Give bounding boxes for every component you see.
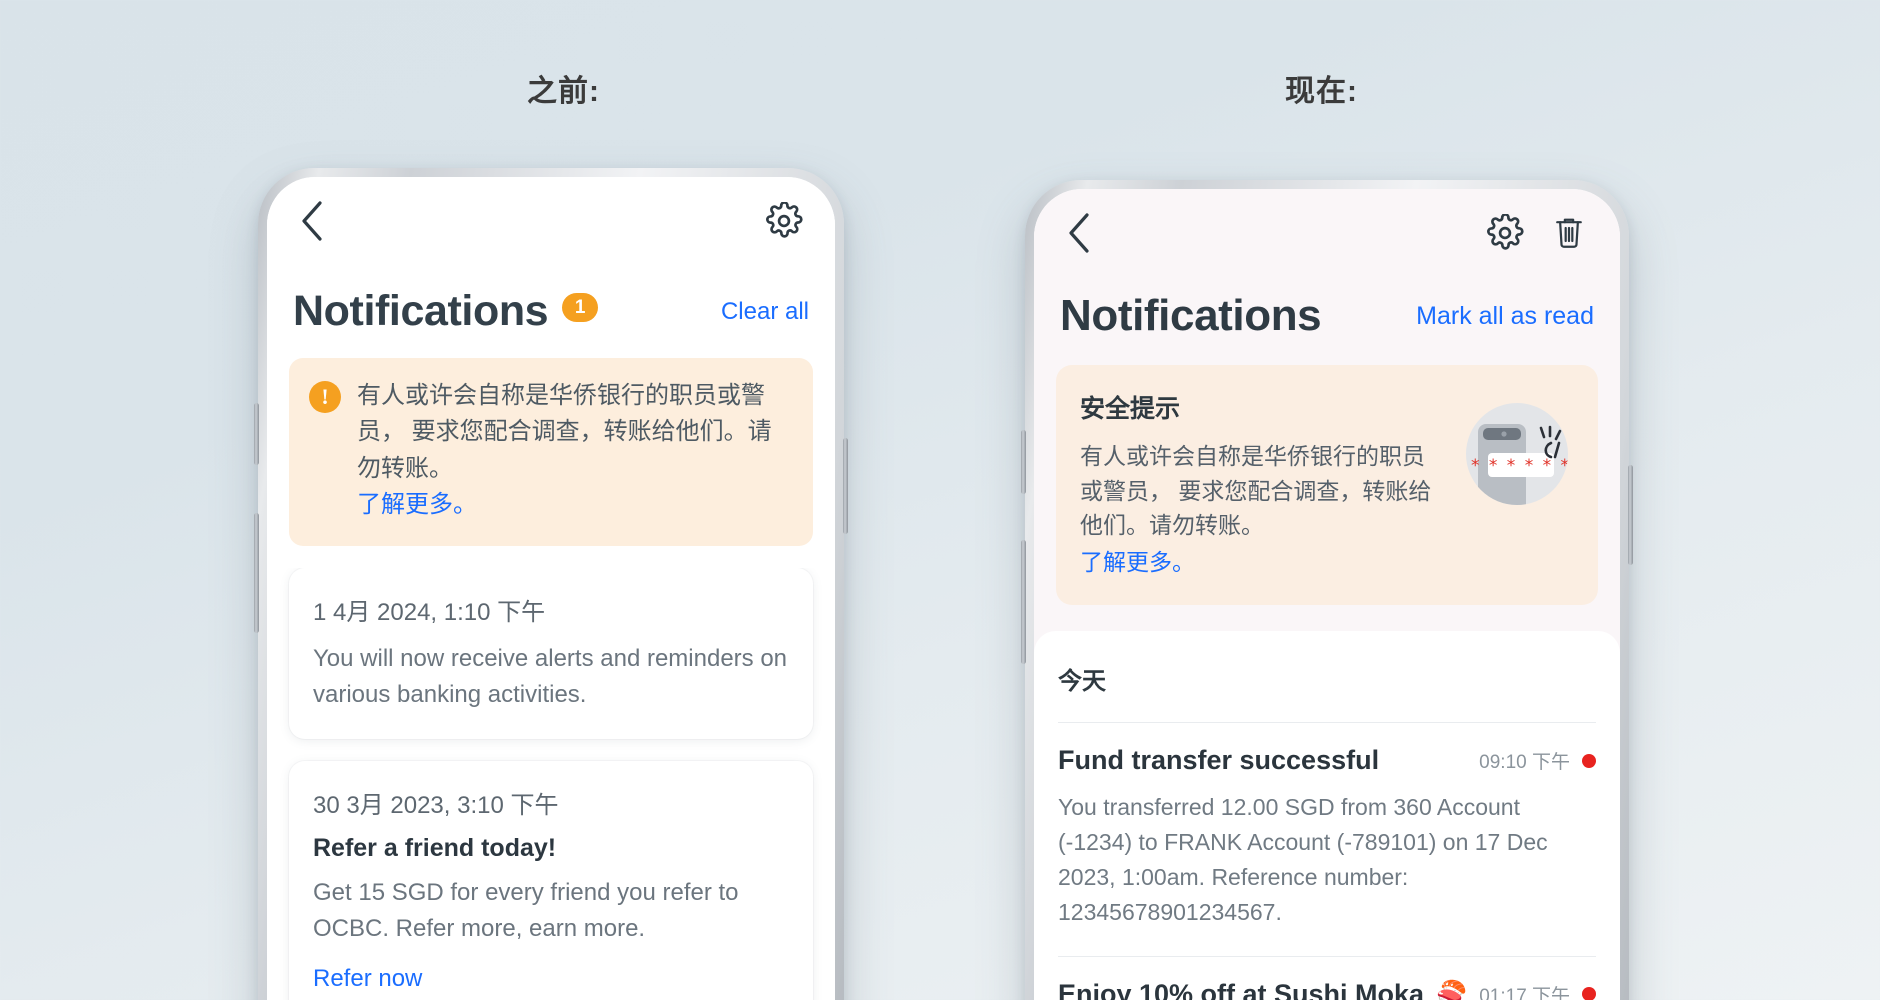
notification-time: 09:10 下午 — [1479, 752, 1570, 773]
phone-screen-before: Notifications 1 Clear all ! 有人或许会自称是华侨银行… — [267, 177, 835, 1000]
notification-row[interactable]: Enjoy 10% off at Sushi Moka 🍣 01:17 下午 G… — [1058, 955, 1597, 1000]
phone-mockup-now: Notifications Mark all as read 安全提示 有人或许… — [1021, 180, 1633, 1000]
notification-date: 30 3月 2023, 3:10 下午 — [313, 791, 559, 819]
app-topbar-now — [1034, 189, 1620, 277]
notification-date: 1 4月 2024, 1:10 下午 — [313, 598, 546, 626]
exclamation-circle-icon: ! — [309, 381, 341, 413]
phone-volume-button[interactable] — [1021, 430, 1026, 494]
app-topbar-before — [267, 177, 835, 265]
notification-card[interactable]: 1 4月 2024, 1:10 下午 You will now receive … — [289, 567, 813, 739]
notification-card[interactable]: 30 3月 2023, 3:10 下午 Refer a friend today… — [289, 760, 813, 1000]
caption-before: 之前: — [527, 75, 600, 108]
learn-more-link[interactable]: 了解更多。 — [1080, 545, 1446, 580]
unread-indicator-dot — [1582, 753, 1596, 768]
chevron-left-icon[interactable] — [289, 198, 335, 244]
phone-power-button[interactable] — [1021, 540, 1026, 664]
mark-all-as-read-button[interactable]: Mark all as read — [1416, 302, 1594, 331]
phishing-password-phone-illustration: * * * * * * — [1458, 395, 1576, 513]
section-header-today: 今天 — [1058, 668, 1106, 695]
title-row-now: Notifications Mark all as read — [1034, 291, 1620, 341]
security-card-title: 安全提示 — [1080, 395, 1181, 423]
notification-time: 01:17 下午 — [1479, 985, 1571, 1000]
page-title: Notifications — [293, 287, 549, 335]
phone-side-button[interactable] — [843, 438, 848, 534]
phone-volume-button[interactable] — [254, 403, 259, 465]
title-row-before: Notifications 1 Clear all — [267, 287, 835, 336]
svg-text:* * * * * *: * * * * * * — [1471, 456, 1571, 476]
notification-body: Get 15 SGD for every friend you refer to… — [313, 878, 739, 942]
notification-body: You will now receive alerts and reminder… — [313, 644, 788, 708]
gear-icon[interactable] — [1482, 210, 1528, 256]
security-tip-card[interactable]: 安全提示 有人或许会自称是华侨银行的职员或警员， 要求您配合调查，转账给他们。请… — [1056, 365, 1598, 605]
caption-now: 现在: — [1285, 75, 1358, 108]
gear-icon[interactable] — [761, 198, 807, 244]
unread-count-badge: 1 — [562, 293, 599, 322]
phone-mockup-before: Notifications 1 Clear all ! 有人或许会自称是华侨银行… — [254, 168, 848, 1000]
scam-warning-text: 有人或许会自称是华侨银行的职员或警员， 要求您配合调查，转账给他们。请勿转账。 … — [357, 378, 793, 524]
phone-side-button[interactable] — [1628, 465, 1633, 565]
security-card-body: 有人或许会自称是华侨银行的职员或警员， 要求您配合调查，转账给他们。请勿转账。 … — [1080, 439, 1446, 579]
notification-list[interactable]: 今天 Fund transfer successful 09:10 下午 You… — [1034, 631, 1620, 1000]
notification-heading: Refer a friend today! — [313, 833, 557, 862]
phone-power-button[interactable] — [254, 513, 259, 633]
learn-more-link[interactable]: 了解更多。 — [357, 487, 793, 523]
page-title: Notifications — [1060, 291, 1322, 340]
sushi-icon: 🍣 — [1436, 979, 1468, 1000]
trash-icon[interactable] — [1546, 210, 1592, 256]
unread-indicator-dot — [1582, 987, 1597, 1000]
chevron-left-icon[interactable] — [1056, 210, 1102, 256]
notification-row[interactable]: Fund transfer successful 09:10 下午 You tr… — [1058, 722, 1596, 956]
security-card-wrap: 安全提示 有人或许会自称是华侨银行的职员或警员， 要求您配合调查，转账给他们。请… — [1034, 341, 1620, 605]
notification-title: Enjoy 10% off at Sushi Moka — [1058, 978, 1425, 1000]
refer-now-link[interactable]: Refer now — [313, 965, 789, 993]
clear-all-button[interactable]: Clear all — [721, 298, 809, 326]
phone-screen-now: Notifications Mark all as read 安全提示 有人或许… — [1034, 189, 1620, 1000]
notification-card-list[interactable]: 1 4月 2024, 1:10 下午 You will now receive … — [267, 567, 835, 1000]
notification-body: You transferred 12.00 SGD from 360 Accou… — [1058, 794, 1548, 925]
scam-warning-banner[interactable]: ! 有人或许会自称是华侨银行的职员或警员， 要求您配合调查，转账给他们。请勿转账… — [289, 358, 813, 546]
notification-title: Fund transfer successful — [1058, 745, 1380, 775]
scam-warning-line2: 要求您配合调查，转账给他们。请勿转账。 — [357, 418, 772, 482]
